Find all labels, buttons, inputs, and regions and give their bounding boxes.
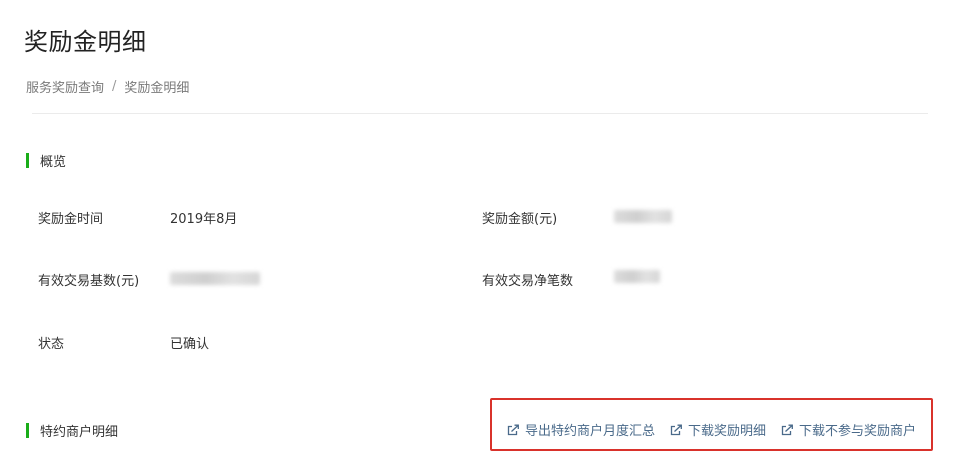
breadcrumb-separator: /: [112, 79, 117, 94]
export-merchant-monthly-summary-link[interactable]: 导出特约商户月度汇总: [507, 420, 655, 439]
export-icon: [670, 424, 682, 435]
action-label: 导出特约商户月度汇总: [525, 424, 656, 439]
section-accent-bar: [26, 153, 29, 168]
download-non-participating-merchants-link[interactable]: 下载不参与奖励商户: [781, 420, 916, 439]
header-divider: [32, 113, 928, 114]
overview-section-header: 概览: [26, 151, 66, 170]
breadcrumb: 服务奖励查询 / 奖励金明细: [26, 77, 189, 96]
breadcrumb-current: 奖励金明细: [124, 81, 190, 96]
download-reward-detail-link[interactable]: 下载奖励明细: [670, 420, 766, 439]
section-accent-bar: [26, 423, 29, 438]
overview-section-title: 概览: [40, 155, 67, 170]
valid-tx-count-label: 有效交易净笔数: [482, 274, 574, 289]
breadcrumb-parent-link[interactable]: 服务奖励查询: [26, 77, 104, 96]
page-title: 奖励金明细: [24, 28, 147, 56]
valid-tx-base-label: 有效交易基数(元): [38, 274, 140, 289]
reward-amount-value-redacted: [614, 210, 672, 223]
valid-tx-count-value-redacted: [614, 270, 660, 283]
merchant-actions: 导出特约商户月度汇总 下载奖励明细 下载不参与奖励商户: [507, 420, 916, 439]
export-icon: [781, 424, 793, 435]
merchant-detail-section-header: 特约商户明细: [26, 421, 118, 440]
reward-time-label: 奖励金时间: [38, 212, 104, 227]
valid-tx-base-value-redacted: [170, 272, 260, 285]
status-value: 已确认: [170, 337, 210, 352]
merchant-detail-section-title: 特约商户明细: [40, 425, 119, 440]
action-label: 下载不参与奖励商户: [799, 424, 917, 439]
action-label: 下载奖励明细: [688, 424, 767, 439]
reward-amount-label: 奖励金额(元): [482, 212, 558, 227]
status-label: 状态: [38, 337, 65, 352]
export-icon: [507, 424, 519, 435]
reward-time-value: 2019年8月: [170, 212, 238, 227]
